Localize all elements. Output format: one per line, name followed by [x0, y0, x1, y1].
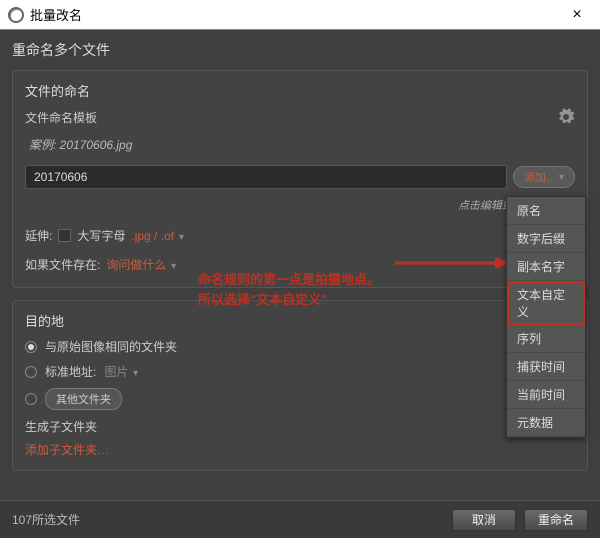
- uppercase-checkbox[interactable]: [58, 229, 71, 242]
- template-label: 文件命名模板: [25, 109, 97, 126]
- annotation-text: 命名规则的第一点是拍摄地点。 所以选择"文本自定义": [198, 270, 380, 309]
- radio-other[interactable]: [25, 393, 37, 405]
- example-text: 案例: 20170606.jpg: [29, 136, 575, 153]
- filename-input[interactable]: [25, 165, 507, 189]
- status-text: 107所选文件: [12, 511, 444, 528]
- gen-subfolder-label: 生成子文件夹: [25, 418, 575, 435]
- page-title: 重命名多个文件: [12, 40, 588, 60]
- menu-item-1[interactable]: 数字后缀: [507, 225, 585, 253]
- menu-item-0[interactable]: 原名: [507, 197, 585, 225]
- dest-title: 目的地: [25, 311, 575, 330]
- gear-icon[interactable]: [557, 108, 575, 126]
- close-icon[interactable]: ×: [562, 0, 592, 30]
- add-subfolder-link[interactable]: 添加子文件夹…: [25, 441, 575, 458]
- add-dropdown-menu: 原名数字后缀副本名字文本自定义序列捕获时间当前时间元数据: [506, 196, 586, 438]
- menu-item-5[interactable]: 捕获时间: [507, 353, 585, 381]
- menu-item-6[interactable]: 当前时间: [507, 381, 585, 409]
- window-title: 批量改名: [30, 5, 562, 24]
- menu-item-4[interactable]: 序列: [507, 325, 585, 353]
- rename-button[interactable]: 重命名: [524, 509, 588, 531]
- annotation-arrow: [395, 253, 510, 273]
- exists-action-dropdown[interactable]: 询问做什么 ▾: [106, 256, 176, 273]
- other-folder-button[interactable]: 其他文件夹: [45, 388, 122, 410]
- radio-same-label: 与原始图像相同的文件夹: [45, 338, 177, 355]
- ext-dropdown[interactable]: .jpg / .of ▾: [131, 229, 184, 243]
- destination-panel: 目的地 与原始图像相同的文件夹 标准地址: 图片 ▾ 其他文件夹 生成子文件夹 …: [12, 300, 588, 471]
- naming-title: 文件的命名: [25, 81, 575, 100]
- standard-path-dropdown[interactable]: 图片 ▾: [104, 363, 138, 380]
- titlebar: 批量改名 ×: [0, 0, 600, 30]
- radio-same-folder[interactable]: [25, 341, 37, 353]
- menu-item-3[interactable]: 文本自定义: [507, 281, 585, 325]
- cancel-button[interactable]: 取消: [452, 509, 516, 531]
- uppercase-label: 大写字母: [77, 227, 125, 244]
- radio-standard-label: 标准地址:: [45, 363, 96, 380]
- add-button[interactable]: 添加…▾: [513, 166, 575, 188]
- menu-item-7[interactable]: 元数据: [507, 409, 585, 437]
- app-icon: [8, 7, 24, 23]
- exists-label: 如果文件存在:: [25, 256, 100, 273]
- footer: 107所选文件 取消 重命名: [0, 500, 600, 538]
- menu-item-2[interactable]: 副本名字: [507, 253, 585, 281]
- radio-standard[interactable]: [25, 366, 37, 378]
- ext-label: 延伸:: [25, 227, 52, 244]
- edit-hint: 点击编辑或删除,拖放…: [25, 197, 571, 213]
